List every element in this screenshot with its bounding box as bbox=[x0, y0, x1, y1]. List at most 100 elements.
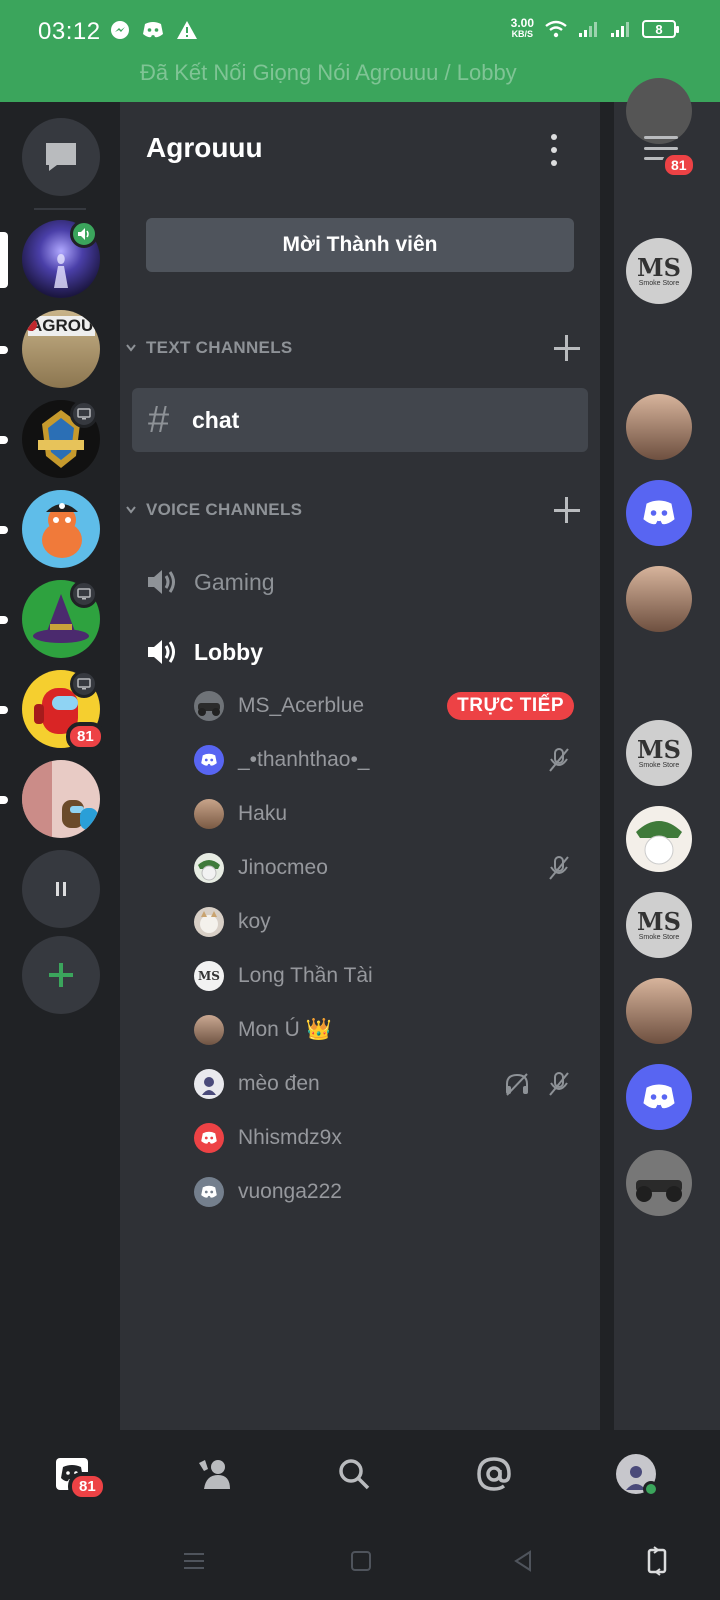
friends-tab[interactable] bbox=[192, 1452, 236, 1496]
voice-member[interactable]: vuonga222 bbox=[194, 1172, 574, 1212]
recent-apps-icon[interactable] bbox=[182, 1550, 206, 1572]
speaker-icon bbox=[148, 640, 175, 664]
member-name: koy bbox=[238, 910, 271, 933]
friends-icon bbox=[199, 1460, 230, 1489]
messenger-icon bbox=[111, 21, 129, 39]
back-nav-icon[interactable] bbox=[512, 1550, 534, 1572]
chevron-down-icon bbox=[126, 506, 136, 514]
member-avatar[interactable] bbox=[626, 78, 692, 144]
add-server-button[interactable] bbox=[22, 936, 100, 1014]
voice-member[interactable]: MS Long Thần Tài bbox=[194, 956, 574, 996]
member-avatar[interactable] bbox=[626, 806, 692, 872]
member-name: MS_Acerblue bbox=[238, 694, 365, 717]
avatar bbox=[194, 1177, 224, 1207]
chevron-down-icon bbox=[126, 344, 136, 352]
member-avatar[interactable] bbox=[626, 480, 692, 546]
voice-member[interactable]: Haku bbox=[194, 794, 574, 834]
signal-icon bbox=[579, 22, 597, 37]
mic-muted-icon bbox=[549, 748, 569, 772]
smoke-store-mark: MS bbox=[637, 734, 681, 764]
avatar bbox=[194, 691, 224, 721]
at-sign-icon bbox=[477, 1457, 511, 1491]
member-name: Haku bbox=[238, 802, 288, 825]
avatar bbox=[194, 853, 224, 883]
more-options-icon[interactable] bbox=[544, 134, 564, 166]
unread-indicator bbox=[0, 796, 8, 804]
server-folder-button[interactable] bbox=[22, 850, 100, 928]
channel-chat[interactable]: # chat bbox=[132, 388, 588, 452]
unread-indicator bbox=[0, 616, 8, 624]
guild-name[interactable]: Agrouuu bbox=[146, 132, 263, 164]
member-avatar[interactable]: MS Smoke Store bbox=[626, 720, 692, 786]
add-voice-channel-icon[interactable] bbox=[554, 497, 582, 525]
plus-icon bbox=[49, 963, 73, 987]
avatar bbox=[194, 799, 224, 829]
voice-member[interactable]: MS_Acerblue TRỰC TIẾP bbox=[194, 686, 574, 726]
rotate-screen-icon[interactable] bbox=[646, 1546, 668, 1576]
member-avatar[interactable] bbox=[626, 566, 692, 632]
category-label: VOICE CHANNELS bbox=[146, 500, 303, 519]
voice-channel-gaming[interactable]: Gaming bbox=[146, 568, 275, 596]
home-nav-icon[interactable] bbox=[350, 1550, 372, 1572]
member-avatar[interactable]: MS Smoke Store bbox=[626, 238, 692, 304]
voice-member[interactable]: Jinocmeo bbox=[194, 848, 574, 888]
mention-badge: 81 bbox=[66, 722, 105, 751]
live-badge[interactable]: TRỰC TIẾP bbox=[447, 692, 574, 720]
add-text-channel-icon[interactable] bbox=[554, 335, 582, 363]
mention-badge: 81 bbox=[662, 152, 696, 178]
member-name: vuonga222 bbox=[238, 1180, 342, 1203]
member-name: mèo đen bbox=[238, 1072, 320, 1095]
pause-icon bbox=[56, 882, 66, 896]
avatar: MS bbox=[194, 961, 224, 991]
unread-indicator bbox=[0, 436, 8, 444]
pirate-dino-icon bbox=[42, 503, 82, 558]
chat-bubble-icon bbox=[46, 143, 76, 171]
server-among-us-2[interactable] bbox=[22, 760, 100, 838]
voice-member[interactable]: koy bbox=[194, 902, 574, 942]
voice-member[interactable]: _•thanhthao•_ bbox=[194, 740, 574, 780]
voice-connection-banner[interactable]: Đã Kết Nối Giọng Nói Agrouuu / Lobby bbox=[140, 60, 517, 86]
home-badge: 81 bbox=[68, 1472, 107, 1501]
system-navigation-bar bbox=[0, 1526, 720, 1600]
server-rail: AGROU 81 bbox=[0, 102, 120, 1430]
member-name: Jinocmeo bbox=[238, 856, 328, 879]
voice-member[interactable]: Nhismdz9x bbox=[194, 1118, 574, 1158]
member-avatar[interactable] bbox=[626, 978, 692, 1044]
signal-icon-2 bbox=[611, 22, 629, 37]
avatar bbox=[194, 745, 224, 775]
mentions-tab[interactable] bbox=[472, 1452, 516, 1496]
screen-share-badge-icon bbox=[70, 670, 98, 698]
member-avatar[interactable] bbox=[626, 394, 692, 460]
selected-server-indicator bbox=[0, 232, 8, 288]
voice-channel-lobby[interactable]: Lobby bbox=[146, 638, 263, 666]
mic-muted-icon bbox=[549, 856, 569, 880]
status-bar: 03:12 3.00 KB/S 8 Đã Kết Nối Giọng Nói Ag… bbox=[0, 0, 720, 102]
server-agrou-label: AGROU bbox=[28, 316, 96, 336]
search-tab[interactable] bbox=[332, 1452, 376, 1496]
smoke-store-text: Smoke Store bbox=[638, 279, 680, 287]
direct-messages-button[interactable] bbox=[22, 118, 100, 196]
invite-members-button[interactable]: Mời Thành viên bbox=[146, 218, 574, 272]
server-pirate-dino[interactable] bbox=[22, 490, 100, 568]
member-avatar[interactable] bbox=[626, 1150, 692, 1216]
member-avatar[interactable]: MS Smoke Store bbox=[626, 892, 692, 958]
user-avatar bbox=[616, 1454, 659, 1497]
system-icons: 3.00 KB/S 8 bbox=[511, 17, 679, 40]
voice-channels-category[interactable]: VOICE CHANNELS bbox=[126, 500, 302, 520]
text-channels-category[interactable]: TEXT CHANNELS bbox=[126, 338, 293, 358]
channel-label: Gaming bbox=[194, 568, 275, 595]
avatar bbox=[194, 1069, 224, 1099]
voice-member[interactable]: mèo đen bbox=[194, 1064, 574, 1104]
battery-icon: 8 bbox=[642, 20, 679, 38]
profile-tab[interactable] bbox=[614, 1452, 659, 1497]
screen-share-badge-icon bbox=[70, 400, 98, 428]
clock: 03:12 bbox=[38, 18, 101, 45]
voice-member[interactable]: Mon Ú 👑 bbox=[194, 1010, 574, 1050]
smoke-store-mark: MS bbox=[637, 252, 681, 282]
unread-indicator bbox=[0, 526, 8, 534]
unread-indicator bbox=[0, 706, 8, 714]
network-speed: 3.00 KB/S bbox=[511, 17, 534, 40]
discord-logo-icon bbox=[643, 1084, 675, 1109]
server-agrou[interactable]: AGROU bbox=[22, 310, 100, 388]
member-avatar[interactable] bbox=[626, 1064, 692, 1130]
